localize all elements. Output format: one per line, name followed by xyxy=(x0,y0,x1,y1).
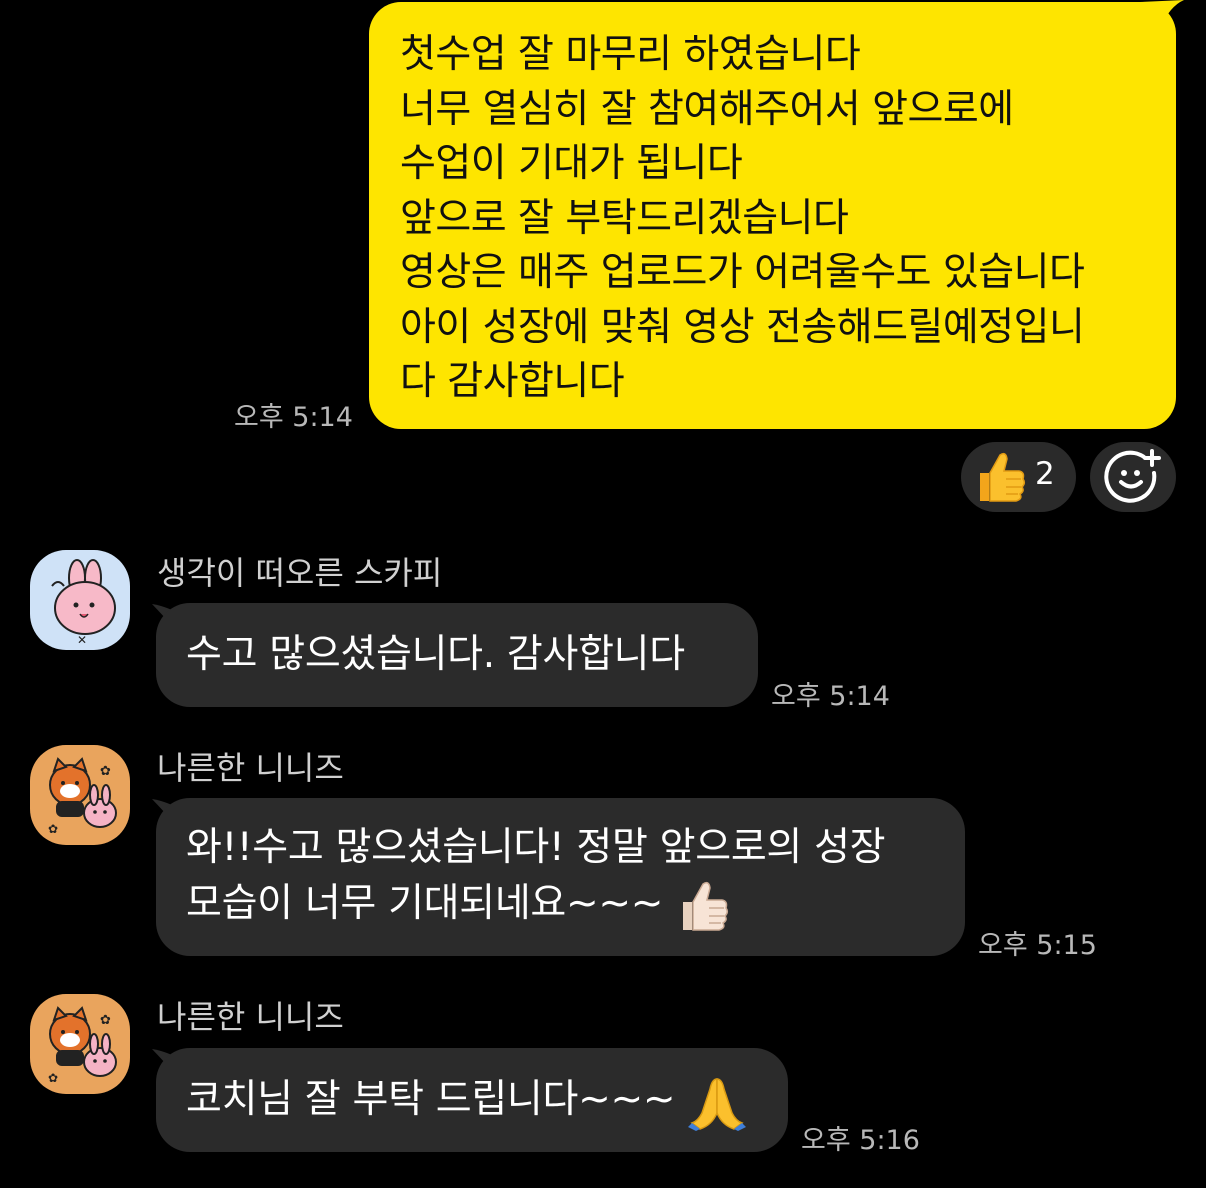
svg-text:✿: ✿ xyxy=(48,1071,58,1085)
sender-name: 생각이 떠오른 스카피 xyxy=(157,554,443,592)
avatar[interactable]: ✕ xyxy=(30,550,130,650)
thumbs-up-icon xyxy=(980,452,1026,502)
ninini-characters-icon: ✿ ✿ xyxy=(48,1006,117,1085)
my-message-bubble[interactable]: 첫수업 잘 마무리 하였습니다 너무 열심히 잘 참여해주어서 앞으로에 수업이… xyxy=(369,2,1176,429)
message-text: 수고 많으셨습니다. 감사합니다 xyxy=(186,632,685,677)
sender-name: 나른한 니니즈 xyxy=(157,998,344,1036)
message-text: 와!!수고 많으셨습니다! 정말 앞으로의 성장 xyxy=(186,825,886,870)
ninini-characters-icon: ✿ ✿ xyxy=(48,757,117,836)
message-time: 오후 5:14 xyxy=(771,681,890,712)
reaction-count: 2 xyxy=(1035,456,1055,492)
message-line: 수업이 기대가 됩니다 xyxy=(400,141,743,186)
message-line: 앞으로 잘 부탁드리겠습니다 xyxy=(400,195,849,241)
message-text: 모습이 너무 기대되네요~~~ xyxy=(186,881,664,926)
message-line: 첫수업 잘 마무리 하였습니다 xyxy=(400,32,861,77)
message-time: 오후 5:16 xyxy=(801,1125,920,1156)
message-text: 코치님 잘 부탁 드립니다~~~ xyxy=(186,1077,676,1122)
message-line: 다 감사합니다 xyxy=(400,359,625,404)
message-line: 영상은 매주 업로드가 어려울수도 있습니다 xyxy=(400,250,1085,295)
message-text-row: 모습이 너무 기대되네요~~~ xyxy=(186,876,935,934)
message-bubble[interactable]: 와!!수고 많으셨습니다! 정말 앞으로의 성장 모습이 너무 기대되네요~~~ xyxy=(156,798,965,956)
folded-hands-icon xyxy=(687,1077,746,1131)
message-bubble[interactable]: 코치님 잘 부탁 드립니다~~~ xyxy=(156,1048,788,1152)
message-bubble[interactable]: 수고 많으셨습니다. 감사합니다 xyxy=(156,603,758,707)
message-line: 아이 성장에 맞춰 영상 전송해드릴예정입니 xyxy=(400,304,1085,350)
svg-text:✿: ✿ xyxy=(100,764,111,779)
message-line: 너무 열심히 잘 참여해주어서 앞으로에 xyxy=(400,86,1014,132)
add-emoji-icon xyxy=(1104,449,1161,503)
sender-name: 나른한 니니즈 xyxy=(157,749,344,787)
avatar[interactable]: ✿ ✿ xyxy=(30,994,130,1094)
thumbs-up-icon xyxy=(683,881,729,931)
svg-text:✿: ✿ xyxy=(48,822,58,836)
pink-bunny-icon: ✕ xyxy=(51,559,116,647)
svg-text:✕: ✕ xyxy=(77,633,87,647)
avatar[interactable]: ✿ ✿ xyxy=(30,745,130,845)
message-time: 오후 5:15 xyxy=(978,930,1097,961)
my-bubble-tail xyxy=(1140,0,1184,28)
svg-text:✿: ✿ xyxy=(100,1013,111,1028)
message-time: 오후 5:14 xyxy=(234,402,353,433)
